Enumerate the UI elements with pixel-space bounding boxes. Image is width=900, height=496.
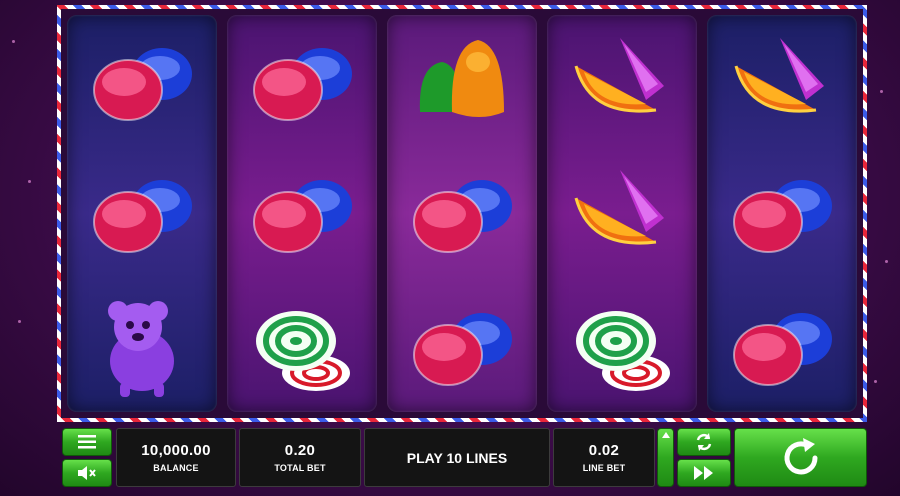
balance-label: BALANCE [153,463,199,473]
reel-symbol-swirl-candy [227,280,377,412]
fruit-slices-icon [574,38,664,113]
sparkle [874,380,877,383]
reel-symbol-purple-poodle [67,280,217,412]
reel-symbol-candy-pink-blue [387,147,537,279]
fast-forward-icon [694,466,713,480]
total-bet-display: 0.20 TOTAL BET [239,428,361,487]
reel-5 [707,15,857,412]
autoplay-cycle-icon [696,433,712,451]
reel-symbol-candy-pink-blue [227,147,377,279]
reel-symbol-fruit-slices [547,15,697,147]
total-bet-value: 0.20 [284,442,316,459]
spin-refresh-icon [784,437,817,474]
line-bet-value: 0.02 [588,442,620,459]
gumdrops-icon [419,40,504,118]
balance-value: 10,000.00 [141,442,211,459]
swirl-candy-icon [576,310,670,391]
menu-button[interactable] [62,428,112,456]
sparkle [880,90,883,93]
fruit-slices-icon [734,38,824,113]
reel-symbol-candy-pink-blue [387,280,537,412]
reel-1 [67,15,217,412]
reel-symbol-candy-pink-blue [707,280,857,412]
spin-button[interactable] [734,428,867,487]
reel-symbol-fruit-slices [547,147,697,279]
swirl-candy-icon [256,310,350,391]
fast-play-button[interactable] [677,459,731,487]
play-lines-button[interactable]: PLAY 10 LINES [364,428,550,487]
reel-symbol-candy-pink-blue [67,147,217,279]
candy-pink-blue-icon [413,312,512,386]
reel-symbol-gumdrops [387,15,537,147]
speaker-mute-icon [78,466,96,480]
candy-pink-blue-icon [253,48,352,122]
candy-pink-blue-icon [93,180,192,254]
reel-frame [57,5,867,422]
sparkle [885,260,888,263]
candy-pink-blue-icon [253,180,352,254]
reel-symbol-candy-pink-blue [707,147,857,279]
reel-3 [387,15,537,412]
control-bar: 10,000.00 BALANCE 0.20 TOTAL BET PLAY 10… [62,428,867,488]
candy-pink-blue-icon [733,180,832,254]
game-screen: { "game": { "title": "Candy slot machine… [0,0,900,496]
candy-pink-blue-icon [93,48,192,122]
line-bet-label: LINE BET [582,463,626,473]
play-lines-label: PLAY 10 LINES [406,449,508,466]
hamburger-icon [78,435,96,449]
line-bet-display[interactable]: 0.02 LINE BET [553,428,655,487]
sparkle [28,180,31,183]
reel-symbol-candy-pink-blue [67,15,217,147]
reel-symbol-candy-pink-blue [227,15,377,147]
chevron-up-icon [661,432,670,438]
reel-symbol-swirl-candy [547,280,697,412]
total-bet-label: TOTAL BET [274,463,326,473]
fruit-slices-icon [574,170,664,245]
sparkle [12,40,15,43]
candy-pink-blue-icon [733,312,832,386]
purple-poodle-icon [108,300,174,397]
reel-symbol-fruit-slices [707,15,857,147]
reel-4 [547,15,697,412]
sparkle [18,320,21,323]
candy-pink-blue-icon [413,180,512,254]
sound-toggle-button[interactable] [62,459,112,487]
autoplay-button[interactable] [677,428,731,456]
balance-display: 10,000.00 BALANCE [116,428,236,487]
reel-2 [227,15,377,412]
line-bet-adjust-button[interactable] [657,428,674,487]
reels-area [67,15,857,412]
